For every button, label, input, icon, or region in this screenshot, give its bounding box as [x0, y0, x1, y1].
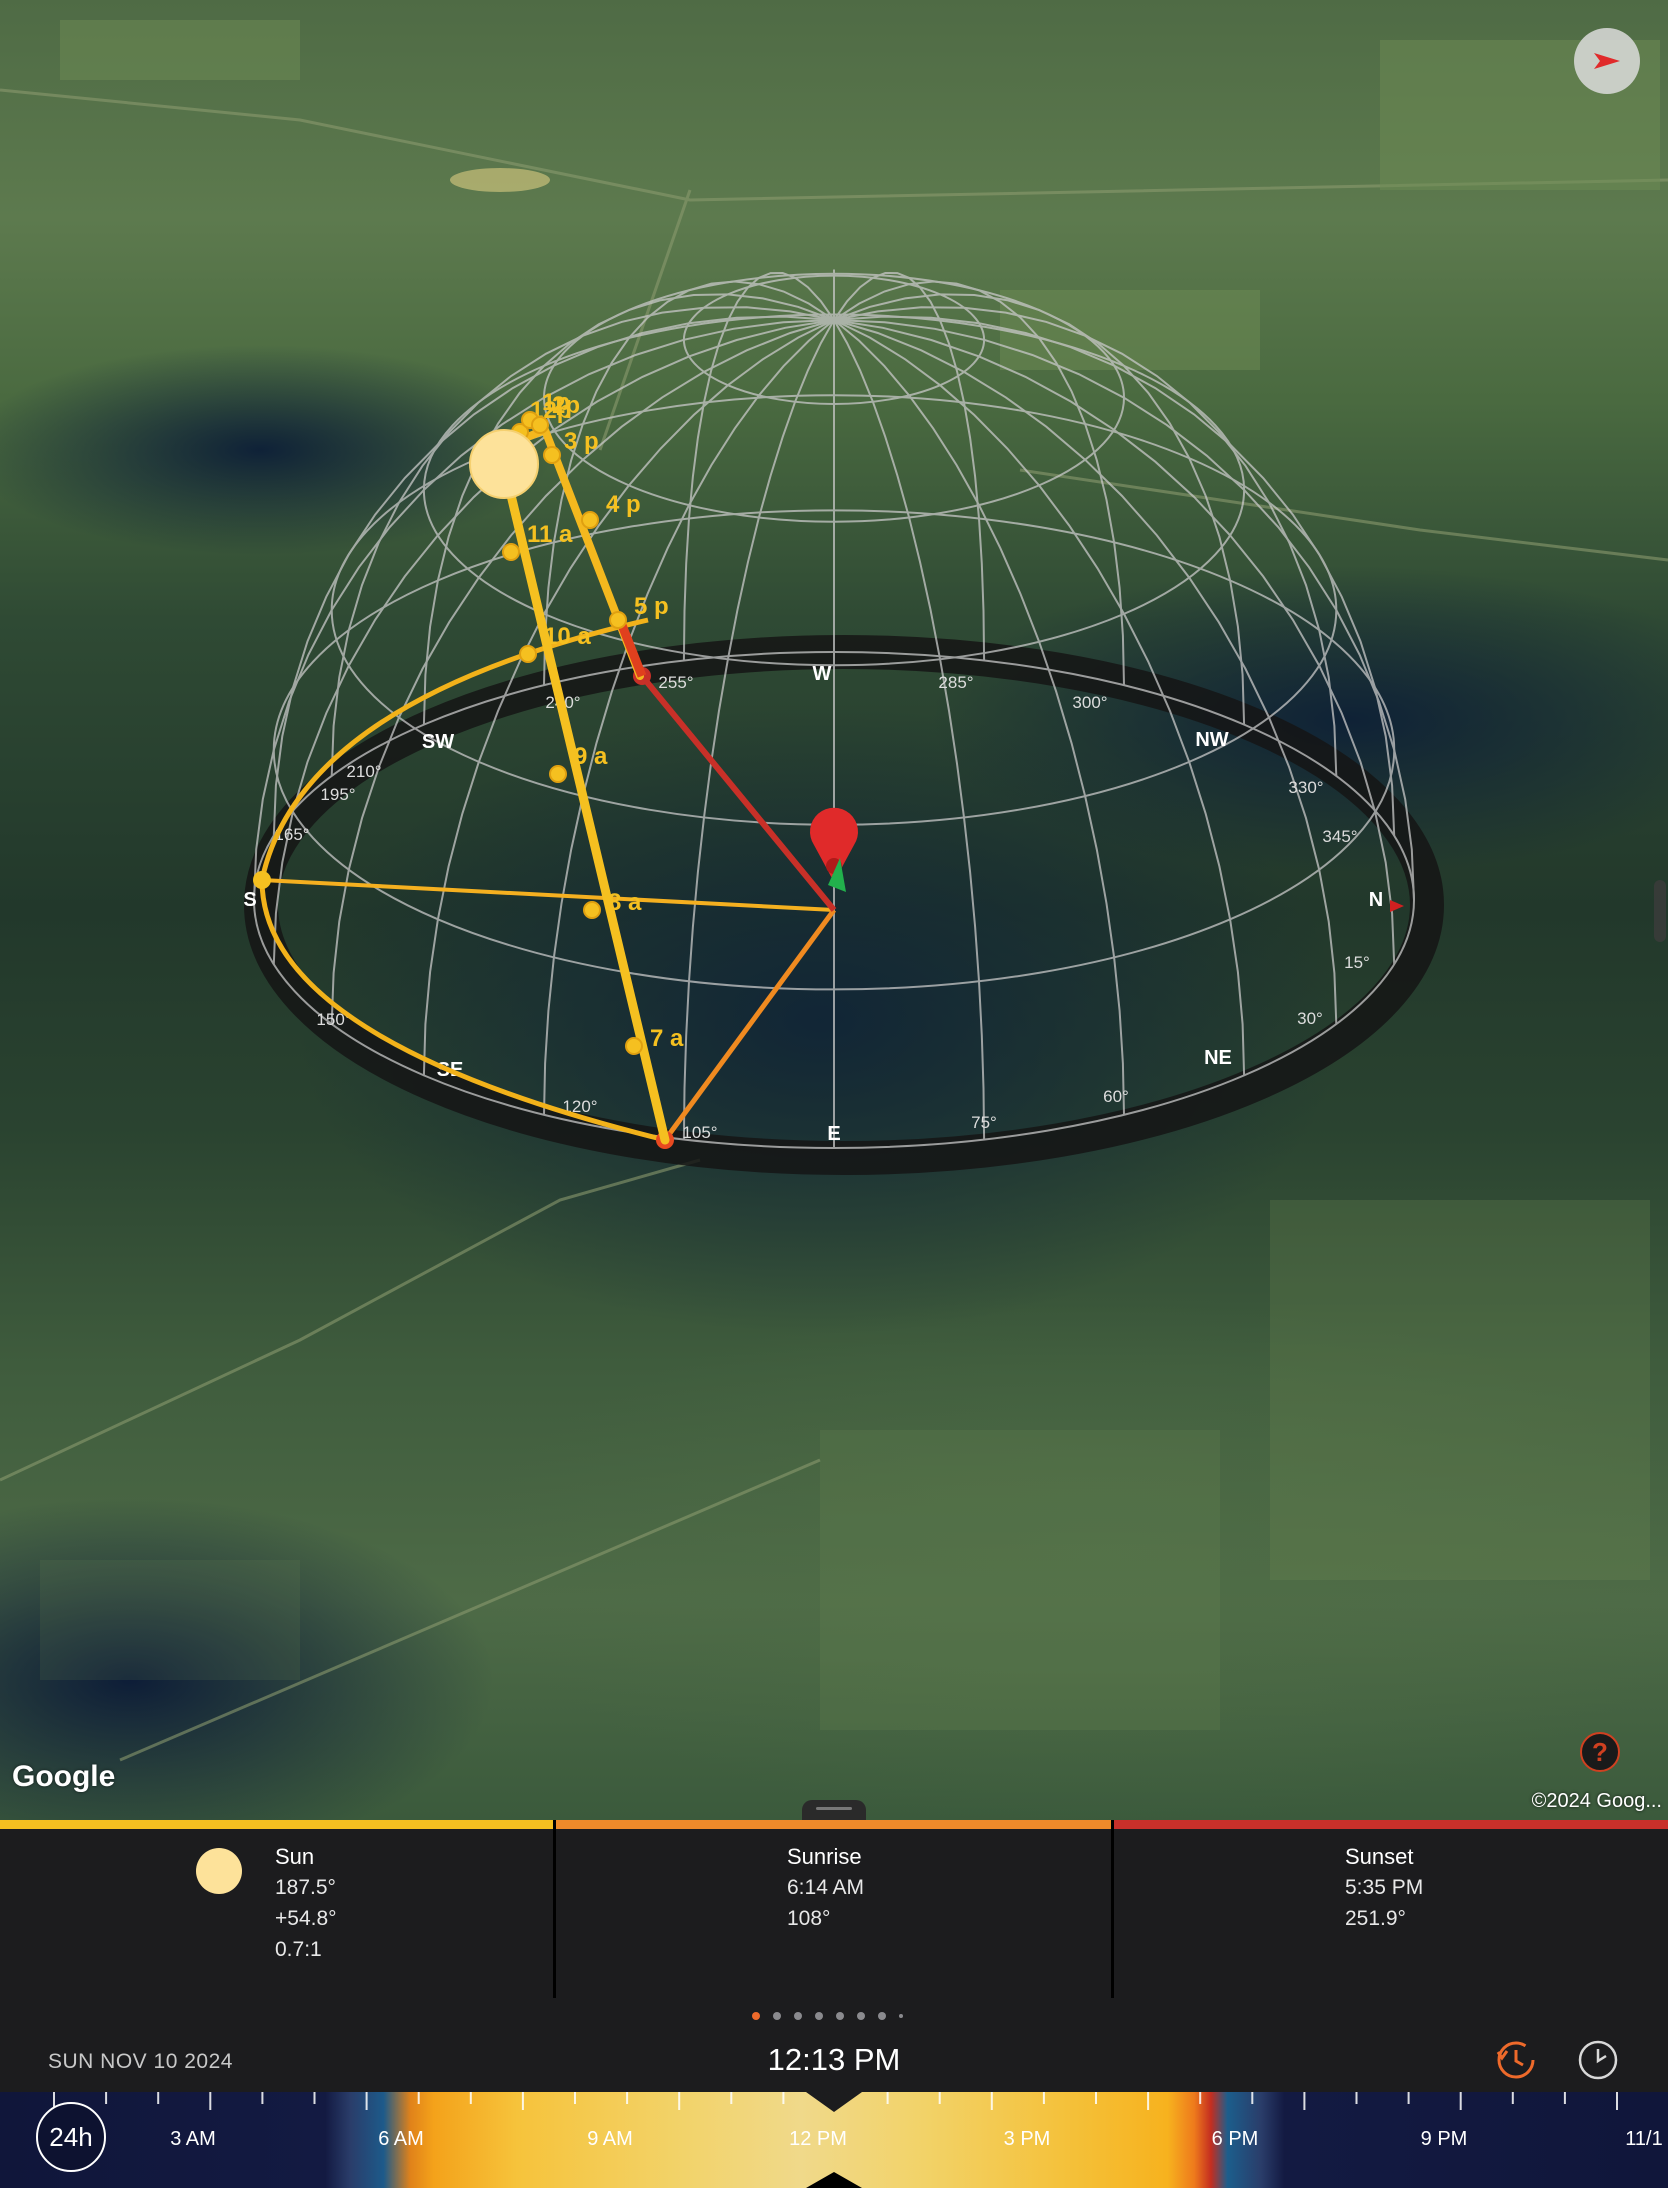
sunrise-time: 6:14 AM [787, 1876, 865, 1899]
sunset-time: 5:35 PM [1345, 1876, 1424, 1899]
hour-label: 7 a [650, 1025, 684, 1052]
tick-label: 3 AM [170, 2128, 216, 2150]
hour-marker [625, 1037, 643, 1055]
sunset-color-bar [1114, 1820, 1668, 1829]
status-bar: SUN NOV 10 2024 12:13 PM [0, 1998, 1668, 2098]
dome-meridian [833, 319, 986, 1140]
compass-label: W [813, 663, 832, 685]
compass-label: N [1369, 889, 1383, 911]
time-slider[interactable]: 24h 3 AM 6 AM 9 AM 12 PM 3 PM 6 PM 9 PM … [0, 2092, 1668, 2188]
history-clock-icon[interactable] [1494, 2038, 1538, 2082]
sun-path-dome: SSWWNWNNEESE165°195°210°240°255° 285°300°… [243, 269, 1444, 1175]
compass-degree-label: 195° [320, 785, 355, 804]
sunset-title: Sunset [1345, 1844, 1414, 1869]
compass-label: NW [1195, 729, 1228, 751]
current-time-pointer-bottom [806, 2172, 862, 2188]
north-marker-icon [1390, 900, 1404, 912]
hour-marker [519, 645, 537, 663]
compass-degree-label: 30° [1297, 1009, 1323, 1028]
sun-azimuth: 187.5° [275, 1876, 336, 1899]
sun-marker [469, 429, 539, 499]
hour-label: 8 a [608, 889, 642, 916]
hour-marker [543, 446, 561, 464]
sunrise-title: Sunrise [787, 1844, 862, 1869]
hour-marker [549, 765, 567, 783]
compass-label: E [827, 1123, 840, 1145]
sunset-azimuth: 251.9° [1345, 1907, 1406, 1930]
dome-meridian [682, 319, 835, 1140]
compass-degree-label: 210° [346, 762, 381, 781]
hour-label: 2p [552, 392, 580, 419]
sun-card[interactable]: Sun 187.5° +54.8° 0.7:1 [0, 1820, 553, 1998]
hour-label: 11 a [527, 521, 573, 548]
compass-degree-label: 15° [1344, 953, 1370, 972]
hour-label: 9 a [574, 743, 608, 770]
hour-marker [583, 901, 601, 919]
compass-label: NE [1204, 1047, 1232, 1069]
sunrise-card[interactable]: Sunrise 6:14 AM 108° [556, 1820, 1111, 1998]
sunrise-color-bar [556, 1820, 1111, 1829]
hour-marker [531, 416, 549, 434]
sun-title: Sun [275, 1844, 315, 1869]
sunrise-azimuth-line [662, 908, 837, 1142]
hour-marker [502, 543, 520, 561]
hour-marker [609, 611, 627, 629]
tick-label: 6 AM [378, 2128, 424, 2150]
tick-label: 6 PM [1211, 2128, 1259, 2150]
sun-horizon-point [253, 871, 271, 889]
sun-shadow-ratio: 0.7:1 [275, 1938, 322, 1961]
sunset-azimuth-line [639, 674, 837, 912]
compass-degree-label: 255° [658, 673, 693, 692]
tick-label: 11/1 [1625, 2128, 1663, 2150]
hour-marker [581, 511, 599, 529]
compass-degree-label: 345° [1322, 827, 1357, 846]
hour-label: 10 a [544, 623, 591, 650]
compass-label: SW [422, 731, 454, 753]
panel-drag-handle[interactable] [802, 1800, 866, 1820]
map-view[interactable]: S SW W NW N NE E SE 165° 195° 210° 240° 255° 285° 300°… [0, 0, 1668, 1820]
compass-degree-label: 330° [1288, 778, 1323, 797]
sunset-card[interactable]: Sunset 5:35 PM 251.9° [1114, 1820, 1668, 1998]
tick-label: 9 PM [1420, 2128, 1468, 2150]
compass-label: S [243, 889, 256, 911]
tick-label: 12 PM [789, 2128, 847, 2150]
side-panel-handle[interactable] [1654, 880, 1666, 942]
navigation-button[interactable] [1574, 28, 1640, 94]
tick-label: 3 PM [1003, 2128, 1051, 2150]
compass-degree-label: 105° [682, 1123, 717, 1142]
info-panel: Sun 187.5° +54.8° 0.7:1 Sunrise 6:14 AM … [0, 1820, 1668, 1998]
compass-degree-label: 75° [971, 1113, 997, 1132]
compass-degree-label: 60° [1103, 1087, 1129, 1106]
direction-arrow-icon [1594, 53, 1620, 69]
sun-icon [196, 1848, 242, 1894]
hour-label: 4 p [606, 491, 641, 518]
hour-label: 3 p [564, 428, 599, 455]
compass-degree-label: 285° [938, 673, 973, 692]
sunrise-azimuth: 108° [787, 1907, 831, 1930]
sun-azimuth-line [261, 878, 835, 912]
help-button[interactable]: ? [1580, 1732, 1620, 1772]
hour-label: 5 p [634, 593, 669, 620]
compass-degree-label: 300° [1072, 693, 1107, 712]
time-label[interactable]: 12:13 PM [0, 2042, 1668, 2078]
clock-icon[interactable] [1576, 2038, 1620, 2082]
map-attribution[interactable]: ©2024 Goog... [1532, 1790, 1662, 1813]
zoom-24h-button[interactable]: 24h [36, 2102, 106, 2172]
tick-label: 9 AM [587, 2128, 633, 2150]
sun-altitude: +54.8° [275, 1907, 337, 1930]
current-time-pointer-top [806, 2092, 862, 2112]
google-logo: Google [12, 1760, 116, 1793]
page-indicator[interactable] [752, 2012, 903, 2020]
sun-color-bar [0, 1820, 553, 1829]
